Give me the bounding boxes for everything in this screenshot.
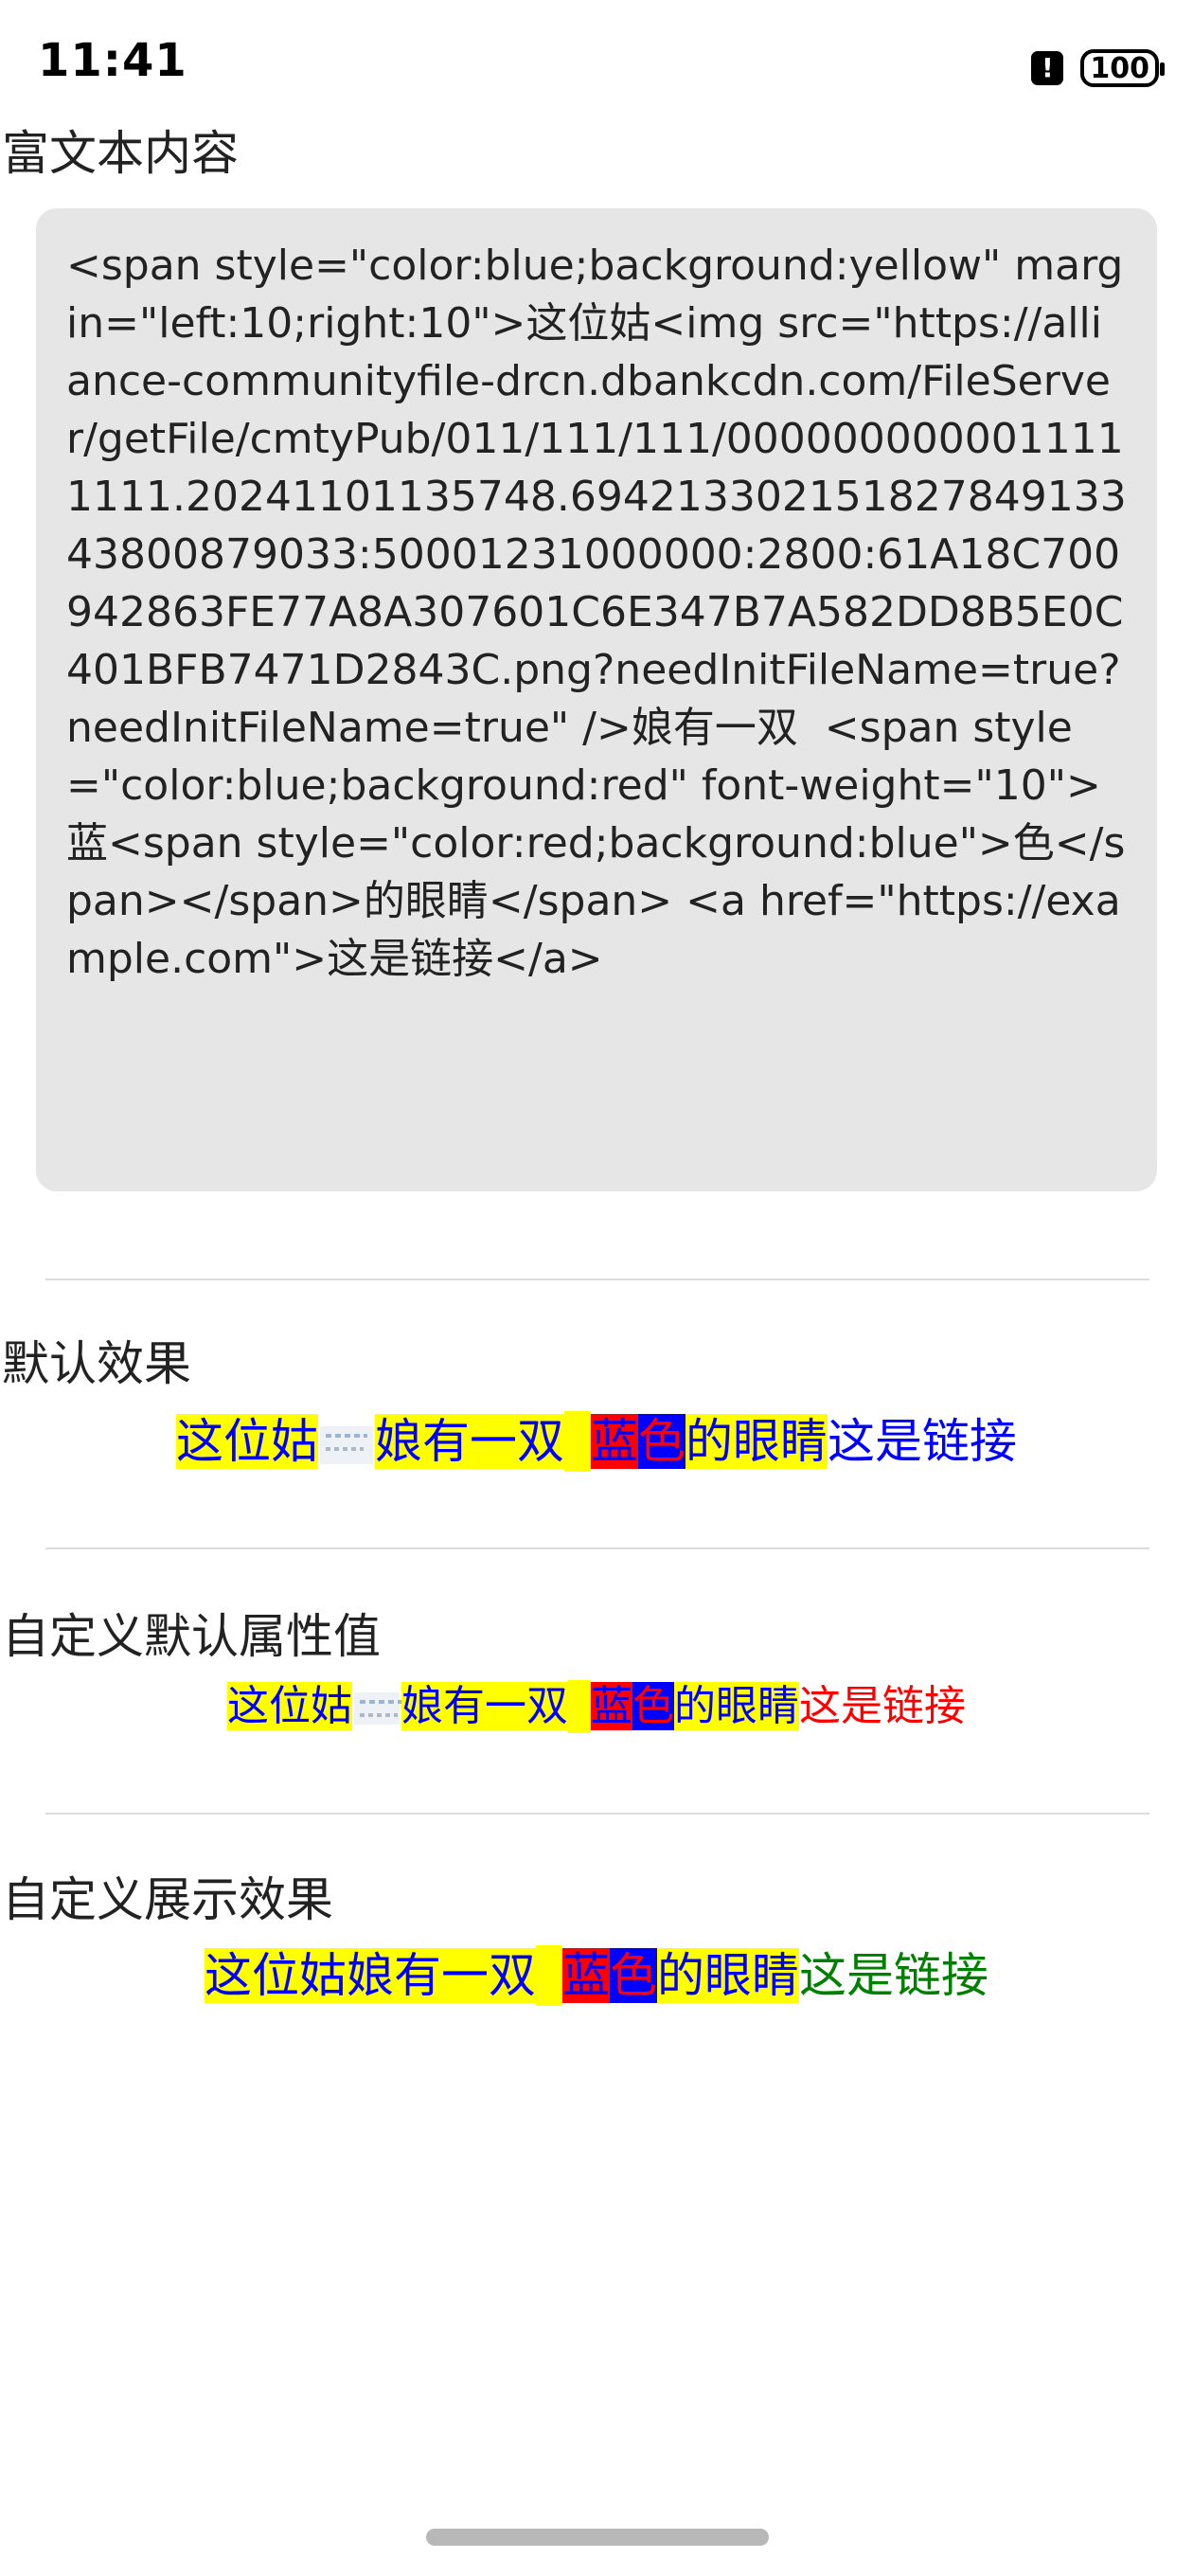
- text-segment: 蓝: [562, 1948, 610, 2003]
- text-segment: 色: [638, 1414, 686, 1469]
- battery-icon: 100: [1080, 49, 1165, 87]
- rich-text-source-box: <span style="color:blue;background:yello…: [36, 208, 1157, 1191]
- text-segment: 这位姑: [227, 1682, 352, 1730]
- spacer: [564, 1411, 591, 1472]
- text-segment: 的眼睛: [674, 1682, 799, 1730]
- custom-display-render: 这位姑娘有一双 蓝色的眼睛这是链接: [0, 1945, 1193, 2006]
- divider: [45, 1547, 1149, 1549]
- text-segment: 娘有一双: [401, 1682, 568, 1730]
- text-segment: 这位姑: [176, 1414, 318, 1469]
- text-segment: 的眼睛: [686, 1414, 828, 1469]
- text-segment: 娘有一双: [375, 1414, 564, 1469]
- rich-text-title: 富文本内容: [2, 126, 239, 181]
- status-bar: 11:41 ! 100: [0, 0, 1193, 114]
- alert-icon: !: [1031, 51, 1064, 85]
- text-segment: 蓝: [591, 1414, 638, 1469]
- custom-attr-render: 这位姑 娘有一双 蓝色的眼睛这是链接: [0, 1680, 1193, 1733]
- text-segment: 色: [610, 1948, 657, 2003]
- status-time: 11:41: [38, 34, 187, 87]
- inline-image-icon: [354, 1692, 401, 1725]
- default-effect-title: 默认效果: [2, 1336, 191, 1391]
- link[interactable]: 这是链接: [799, 1948, 988, 2003]
- spacer: [568, 1680, 591, 1733]
- text-segment: 的眼睛: [657, 1948, 799, 2003]
- link[interactable]: 这是链接: [799, 1682, 966, 1730]
- divider: [45, 1813, 1149, 1815]
- page: 11:41 ! 100 富文本内容 <span style="color:blu…: [0, 0, 1193, 2576]
- custom-attr-title: 自定义默认属性值: [2, 1609, 381, 1664]
- rich-text-source: <span style="color:blue;background:yello…: [66, 242, 1127, 983]
- text-segment: 这位姑娘有一双: [205, 1948, 536, 2003]
- text-segment: 蓝: [591, 1682, 632, 1730]
- default-effect-render: 这位姑 娘有一双 蓝色的眼睛这是链接: [0, 1411, 1193, 1472]
- custom-display-title: 自定义展示效果: [2, 1872, 333, 1927]
- spacer: [536, 1945, 562, 2006]
- status-icons: ! 100: [1031, 45, 1165, 91]
- divider: [45, 1279, 1149, 1280]
- battery-level: 100: [1090, 51, 1149, 85]
- text-segment: 色: [632, 1682, 674, 1730]
- home-indicator[interactable]: [426, 2529, 769, 2546]
- link[interactable]: 这是链接: [828, 1414, 1017, 1469]
- inline-image-icon: [320, 1425, 373, 1464]
